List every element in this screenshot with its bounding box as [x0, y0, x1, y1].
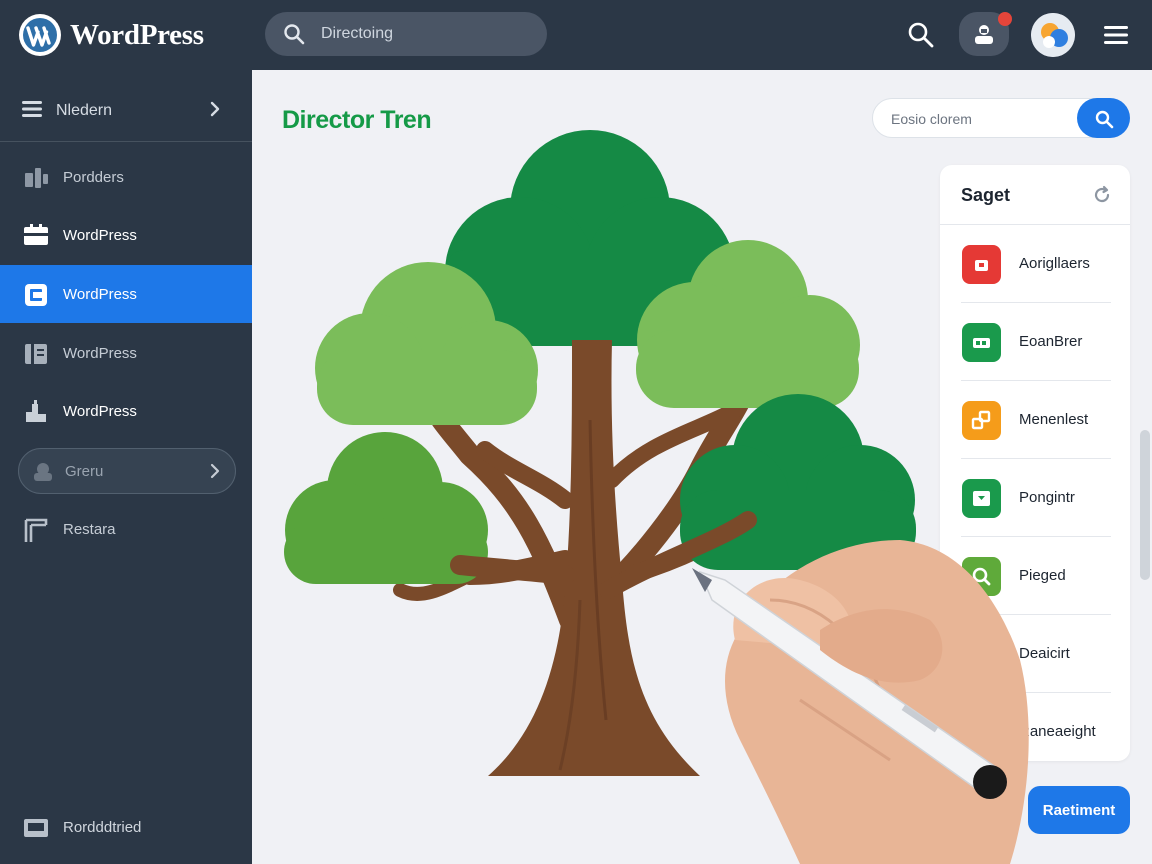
search-icon[interactable] — [906, 20, 936, 50]
sidebar-item-label: WordPress — [63, 286, 137, 303]
search-bar[interactable] — [265, 12, 547, 56]
sidebar-item-pordders[interactable]: Pordders — [0, 148, 252, 206]
avatar[interactable] — [1031, 13, 1075, 57]
user-lock-icon — [975, 25, 993, 44]
blocks-icon — [962, 401, 1001, 440]
panel-item-label: Aorigllaers — [1019, 255, 1090, 272]
sidebar-item-label: WordPress — [63, 403, 137, 420]
sidebar-item-label: Restara — [63, 521, 116, 538]
chevron-right-icon — [210, 463, 220, 479]
download-icon — [962, 479, 1001, 518]
magnifier-icon — [962, 557, 1001, 596]
panel-item-label: Deaicirt — [1019, 645, 1070, 662]
filter-search-button[interactable] — [1077, 98, 1130, 138]
sidebar-header[interactable]: Nledern — [0, 70, 252, 142]
panel-item[interactable]: Pongintr — [961, 459, 1111, 537]
doc-icon — [962, 713, 1001, 752]
top-bar: WordPress — [0, 0, 1152, 70]
panel-item[interactable]: Pieged — [961, 537, 1111, 615]
search-icon — [284, 24, 305, 45]
frame-icon — [24, 518, 48, 542]
panel-item-label: EoanBrer — [1019, 333, 1083, 350]
panel-item-label: Menenlest — [1019, 411, 1089, 428]
sidebar-header-label: Nledern — [56, 102, 113, 119]
battery-icon — [962, 323, 1001, 362]
wordpress-logo-icon — [19, 14, 61, 56]
panel-title: Saget — [961, 185, 1011, 205]
sidebar-footer-label: Rordddtried — [63, 819, 142, 836]
tray-icon — [24, 819, 48, 837]
panel-item-label: Pieged — [1019, 567, 1066, 584]
panel-item[interactable]: Raneaeight — [961, 693, 1111, 771]
panel-header: Saget — [940, 165, 1130, 225]
panel-item[interactable]: Deaicirt — [961, 615, 1111, 693]
sidebar-item-label: Pordders — [63, 169, 124, 186]
sidebar-item-label: WordPress — [63, 227, 137, 244]
panel-item[interactable]: Aorigllaers — [961, 225, 1111, 303]
sidebar-item-wordpress-active[interactable]: WordPress — [0, 265, 260, 323]
search-input[interactable] — [321, 22, 531, 46]
panel-item[interactable]: Menenlest — [961, 381, 1111, 459]
primary-action-button[interactable]: Raetiment — [1028, 786, 1130, 834]
sidebar-item-wordpress-appearance[interactable]: WordPress — [0, 382, 252, 440]
appearance-icon — [26, 400, 46, 422]
scrollbar-thumb[interactable] — [1140, 430, 1150, 580]
sidebar-item-wordpress-pages[interactable]: WordPress — [0, 324, 252, 382]
tree-illustration — [284, 130, 916, 776]
sidebar-item-restara[interactable]: Restara — [0, 500, 252, 558]
panel-item-label: Raneaeight — [1019, 723, 1096, 740]
user-group-icon — [34, 463, 52, 481]
sidebar-group-greru[interactable]: Greru — [18, 448, 236, 494]
sidebar: Nledern Pordders WordPress WordPress Wor… — [0, 70, 260, 864]
notification-dot — [998, 12, 1012, 26]
search-icon — [1095, 110, 1114, 129]
menu-icon — [22, 101, 42, 117]
panel-item-label: Pongintr — [1019, 489, 1075, 506]
chevron-right-icon — [210, 101, 220, 117]
lock-icon — [962, 245, 1001, 284]
tag-icon — [962, 635, 1001, 674]
pages-icon — [25, 344, 47, 364]
avatar-icon — [1031, 13, 1075, 57]
layout-icon — [24, 224, 48, 245]
sidebar-group-label: Greru — [65, 463, 104, 480]
brand[interactable]: WordPress — [18, 13, 204, 57]
sidebar-item-label: WordPress — [63, 345, 137, 362]
hamburger-menu-icon[interactable] — [1100, 20, 1132, 50]
plugin-icon — [25, 168, 48, 188]
panel-item[interactable]: EoanBrer — [961, 303, 1111, 381]
media-icon — [25, 284, 47, 306]
refresh-icon[interactable] — [1092, 185, 1112, 205]
sidebar-footer[interactable]: Rordddtried — [0, 798, 252, 858]
sidebar-item-wordpress-layout[interactable]: WordPress — [0, 206, 252, 264]
side-panel: Saget Aorigllaers EoanBrer Menenlest Pon… — [940, 165, 1130, 761]
brand-name: WordPress — [70, 18, 204, 51]
